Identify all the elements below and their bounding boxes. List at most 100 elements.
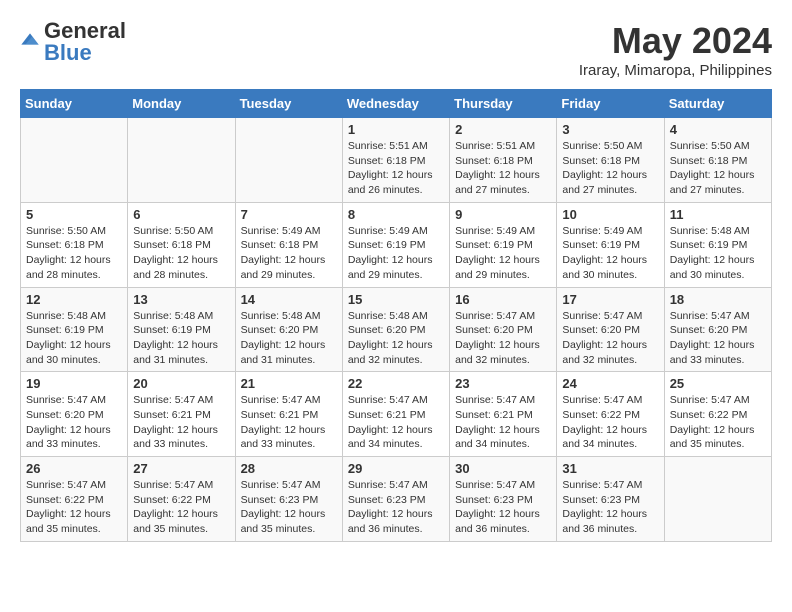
location-text: Iraray, Mimaropa, Philippines <box>579 62 772 79</box>
day-info: Sunrise: 5:47 AM Sunset: 6:20 PM Dayligh… <box>562 309 658 368</box>
day-cell <box>128 118 235 203</box>
day-info: Sunrise: 5:50 AM Sunset: 6:18 PM Dayligh… <box>562 139 658 198</box>
day-info: Sunrise: 5:47 AM Sunset: 6:22 PM Dayligh… <box>670 393 766 452</box>
logo-icon <box>20 30 40 50</box>
day-number: 17 <box>562 292 658 307</box>
day-number: 10 <box>562 207 658 222</box>
day-info: Sunrise: 5:51 AM Sunset: 6:18 PM Dayligh… <box>455 139 551 198</box>
column-header-monday: Monday <box>128 90 235 118</box>
day-number: 16 <box>455 292 551 307</box>
day-number: 21 <box>241 376 337 391</box>
column-header-tuesday: Tuesday <box>235 90 342 118</box>
day-info: Sunrise: 5:50 AM Sunset: 6:18 PM Dayligh… <box>26 224 122 283</box>
day-cell: 17 Sunrise: 5:47 AM Sunset: 6:20 PM Dayli… <box>557 287 664 372</box>
logo-general-text: General <box>44 20 126 42</box>
day-number: 12 <box>26 292 122 307</box>
day-cell: 15Sunrise: 5:48 AM Sunset: 6:20 PM Dayli… <box>342 287 449 372</box>
day-number: 28 <box>241 461 337 476</box>
day-cell: 30Sunrise: 5:47 AM Sunset: 6:23 PM Dayli… <box>450 457 557 542</box>
day-info: Sunrise: 5:47 AM Sunset: 6:20 PM Dayligh… <box>455 309 551 368</box>
day-info: Sunrise: 5:47 AM Sunset: 6:20 PM Dayligh… <box>26 393 122 452</box>
day-info: Sunrise: 5:47 AM Sunset: 6:21 PM Dayligh… <box>133 393 229 452</box>
day-info: Sunrise: 5:48 AM Sunset: 6:19 PM Dayligh… <box>26 309 122 368</box>
day-info: Sunrise: 5:51 AM Sunset: 6:18 PM Dayligh… <box>348 139 444 198</box>
logo: General Blue <box>20 20 126 64</box>
column-header-friday: Friday <box>557 90 664 118</box>
day-number: 3 <box>562 122 658 137</box>
day-cell: 13Sunrise: 5:48 AM Sunset: 6:19 PM Dayli… <box>128 287 235 372</box>
day-info: Sunrise: 5:48 AM Sunset: 6:20 PM Dayligh… <box>241 309 337 368</box>
day-cell: 29 Sunrise: 5:47 AM Sunset: 6:23 PM Dayli… <box>342 457 449 542</box>
day-info: Sunrise: 5:47 AM Sunset: 6:20 PM Dayligh… <box>670 309 766 368</box>
day-number: 8 <box>348 207 444 222</box>
day-info: Sunrise: 5:47 AM Sunset: 6:22 PM Dayligh… <box>26 478 122 537</box>
day-info: Sunrise: 5:47 AM Sunset: 6:21 PM Dayligh… <box>241 393 337 452</box>
week-row-2: 5 Sunrise: 5:50 AM Sunset: 6:18 PM Daylig… <box>21 202 772 287</box>
day-number: 25 <box>670 376 766 391</box>
day-cell <box>21 118 128 203</box>
day-cell: 20 Sunrise: 5:47 AM Sunset: 6:21 PM Dayli… <box>128 372 235 457</box>
day-number: 26 <box>26 461 122 476</box>
title-block: May 2024 Iraray, Mimaropa, Philippines <box>579 20 772 79</box>
day-number: 29 <box>348 461 444 476</box>
day-cell: 10Sunrise: 5:49 AM Sunset: 6:19 PM Dayli… <box>557 202 664 287</box>
week-row-3: 12 Sunrise: 5:48 AM Sunset: 6:19 PM Dayli… <box>21 287 772 372</box>
column-header-wednesday: Wednesday <box>342 90 449 118</box>
day-number: 9 <box>455 207 551 222</box>
day-cell: 25 Sunrise: 5:47 AM Sunset: 6:22 PM Dayli… <box>664 372 771 457</box>
day-info: Sunrise: 5:47 AM Sunset: 6:21 PM Dayligh… <box>455 393 551 452</box>
day-number: 24 <box>562 376 658 391</box>
day-number: 20 <box>133 376 229 391</box>
day-info: Sunrise: 5:49 AM Sunset: 6:19 PM Dayligh… <box>348 224 444 283</box>
day-cell: 24 Sunrise: 5:47 AM Sunset: 6:22 PM Dayli… <box>557 372 664 457</box>
day-cell: 23 Sunrise: 5:47 AM Sunset: 6:21 PM Dayli… <box>450 372 557 457</box>
day-number: 31 <box>562 461 658 476</box>
day-number: 19 <box>26 376 122 391</box>
column-header-saturday: Saturday <box>664 90 771 118</box>
day-number: 7 <box>241 207 337 222</box>
day-info: Sunrise: 5:47 AM Sunset: 6:22 PM Dayligh… <box>133 478 229 537</box>
day-cell: 28Sunrise: 5:47 AM Sunset: 6:23 PM Dayli… <box>235 457 342 542</box>
week-row-5: 26 Sunrise: 5:47 AM Sunset: 6:22 PM Dayli… <box>21 457 772 542</box>
day-cell: 12 Sunrise: 5:48 AM Sunset: 6:19 PM Dayli… <box>21 287 128 372</box>
day-number: 5 <box>26 207 122 222</box>
month-title: May 2024 <box>579 20 772 62</box>
day-cell: 22 Sunrise: 5:47 AM Sunset: 6:21 PM Dayli… <box>342 372 449 457</box>
day-cell: 4Sunrise: 5:50 AM Sunset: 6:18 PM Daylig… <box>664 118 771 203</box>
day-info: Sunrise: 5:47 AM Sunset: 6:23 PM Dayligh… <box>348 478 444 537</box>
day-info: Sunrise: 5:48 AM Sunset: 6:19 PM Dayligh… <box>133 309 229 368</box>
column-headers: SundayMondayTuesdayWednesdayThursdayFrid… <box>21 90 772 118</box>
page-header: General Blue May 2024 Iraray, Mimaropa, … <box>20 20 772 79</box>
day-info: Sunrise: 5:48 AM Sunset: 6:19 PM Dayligh… <box>670 224 766 283</box>
column-header-sunday: Sunday <box>21 90 128 118</box>
day-number: 23 <box>455 376 551 391</box>
day-cell: 26 Sunrise: 5:47 AM Sunset: 6:22 PM Dayli… <box>21 457 128 542</box>
day-cell <box>235 118 342 203</box>
day-cell: 21 Sunrise: 5:47 AM Sunset: 6:21 PM Dayli… <box>235 372 342 457</box>
day-cell: 5 Sunrise: 5:50 AM Sunset: 6:18 PM Daylig… <box>21 202 128 287</box>
column-header-thursday: Thursday <box>450 90 557 118</box>
day-info: Sunrise: 5:48 AM Sunset: 6:20 PM Dayligh… <box>348 309 444 368</box>
day-cell: 3 Sunrise: 5:50 AM Sunset: 6:18 PM Daylig… <box>557 118 664 203</box>
logo-blue-text: Blue <box>44 42 126 64</box>
day-number: 2 <box>455 122 551 137</box>
week-row-4: 19 Sunrise: 5:47 AM Sunset: 6:20 PM Dayli… <box>21 372 772 457</box>
day-number: 14 <box>241 292 337 307</box>
day-cell: 31 Sunrise: 5:47 AM Sunset: 6:23 PM Dayli… <box>557 457 664 542</box>
day-cell: 18 Sunrise: 5:47 AM Sunset: 6:20 PM Dayli… <box>664 287 771 372</box>
day-cell: 14 Sunrise: 5:48 AM Sunset: 6:20 PM Dayli… <box>235 287 342 372</box>
day-info: Sunrise: 5:47 AM Sunset: 6:21 PM Dayligh… <box>348 393 444 452</box>
day-info: Sunrise: 5:47 AM Sunset: 6:23 PM Dayligh… <box>562 478 658 537</box>
day-number: 22 <box>348 376 444 391</box>
day-cell: 16 Sunrise: 5:47 AM Sunset: 6:20 PM Dayli… <box>450 287 557 372</box>
day-info: Sunrise: 5:47 AM Sunset: 6:22 PM Dayligh… <box>562 393 658 452</box>
day-number: 27 <box>133 461 229 476</box>
day-info: Sunrise: 5:49 AM Sunset: 6:18 PM Dayligh… <box>241 224 337 283</box>
day-info: Sunrise: 5:49 AM Sunset: 6:19 PM Dayligh… <box>455 224 551 283</box>
day-number: 11 <box>670 207 766 222</box>
day-cell: 6Sunrise: 5:50 AM Sunset: 6:18 PM Daylig… <box>128 202 235 287</box>
calendar-table: SundayMondayTuesdayWednesdayThursdayFrid… <box>20 89 772 542</box>
day-number: 4 <box>670 122 766 137</box>
day-number: 18 <box>670 292 766 307</box>
day-number: 30 <box>455 461 551 476</box>
